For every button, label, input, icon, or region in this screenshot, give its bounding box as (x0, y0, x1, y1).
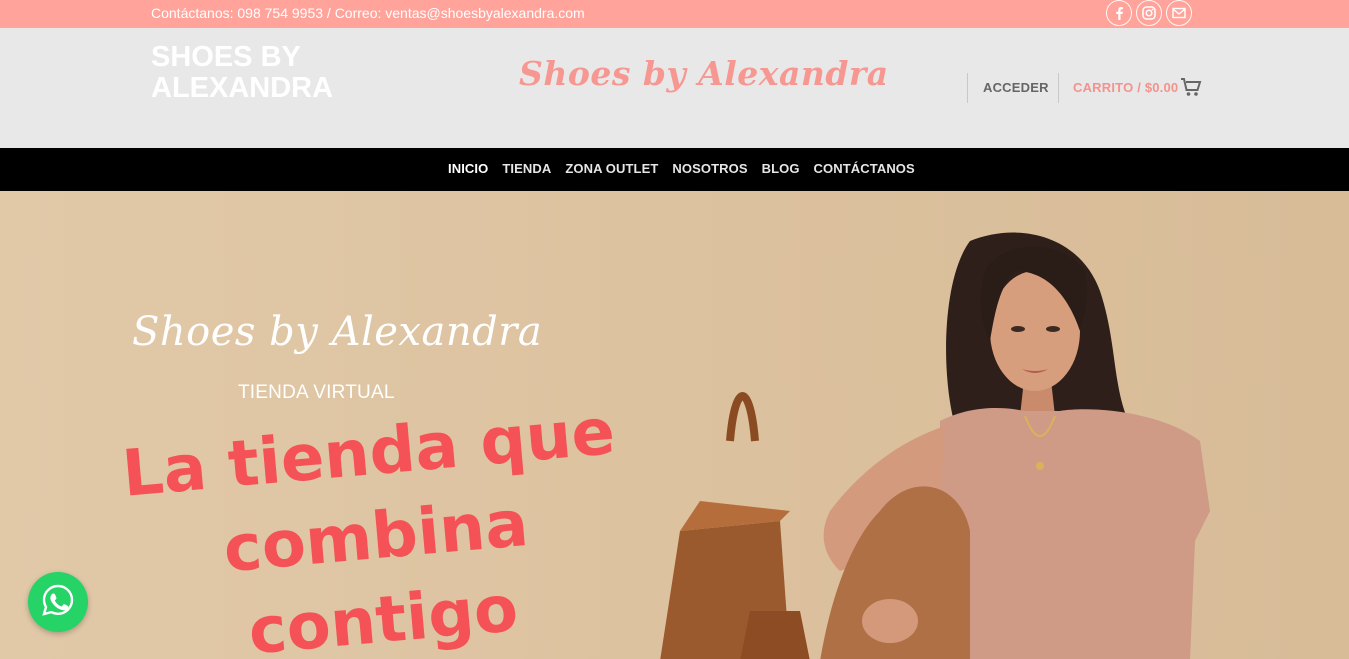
cart-link[interactable]: CARRITO / $0.00 (1073, 80, 1178, 95)
main-nav: INICIO TIENDA ZONA OUTLET NOSOTROS BLOG … (0, 148, 1349, 191)
header-divider (1058, 73, 1059, 103)
nav-item-zona-outlet[interactable]: ZONA OUTLET (565, 161, 658, 176)
login-link[interactable]: ACCEDER (983, 80, 1049, 95)
whatsapp-button[interactable] (28, 572, 88, 632)
hero-banner: Shoes by Alexandra TIENDA VIRTUAL La tie… (0, 191, 1349, 659)
whatsapp-icon (41, 583, 75, 622)
nav-item-inicio[interactable]: INICIO (448, 161, 488, 176)
cart-icon[interactable] (1180, 77, 1202, 102)
hero-script-title: Shoes by Alexandra (132, 309, 543, 355)
site-header: SHOES BY ALEXANDRA Shoes by Alexandra AC… (0, 28, 1349, 148)
site-logo-text[interactable]: SHOES BY ALEXANDRA (151, 42, 371, 104)
hero-model-image (660, 232, 1210, 659)
contact-info: Contáctanos: 098 754 9953 / Correo: vent… (151, 5, 585, 21)
header-divider (967, 73, 968, 103)
envelope-icon[interactable] (1166, 0, 1192, 26)
social-links (1106, 0, 1192, 26)
hero-headline: La tienda que combina contigo (119, 395, 618, 659)
nav-item-blog[interactable]: BLOG (762, 161, 800, 176)
top-bar: Contáctanos: 098 754 9953 / Correo: vent… (0, 0, 1349, 28)
instagram-icon[interactable] (1136, 0, 1162, 26)
nav-item-tienda[interactable]: TIENDA (502, 161, 551, 176)
facebook-icon[interactable] (1106, 0, 1132, 26)
nav-item-contactanos[interactable]: CONTÁCTANOS (814, 161, 915, 176)
site-logo-script[interactable]: Shoes by Alexandra (519, 54, 889, 93)
hero-subtitle: TIENDA VIRTUAL (238, 382, 395, 403)
nav-item-nosotros[interactable]: NOSOTROS (672, 161, 747, 176)
